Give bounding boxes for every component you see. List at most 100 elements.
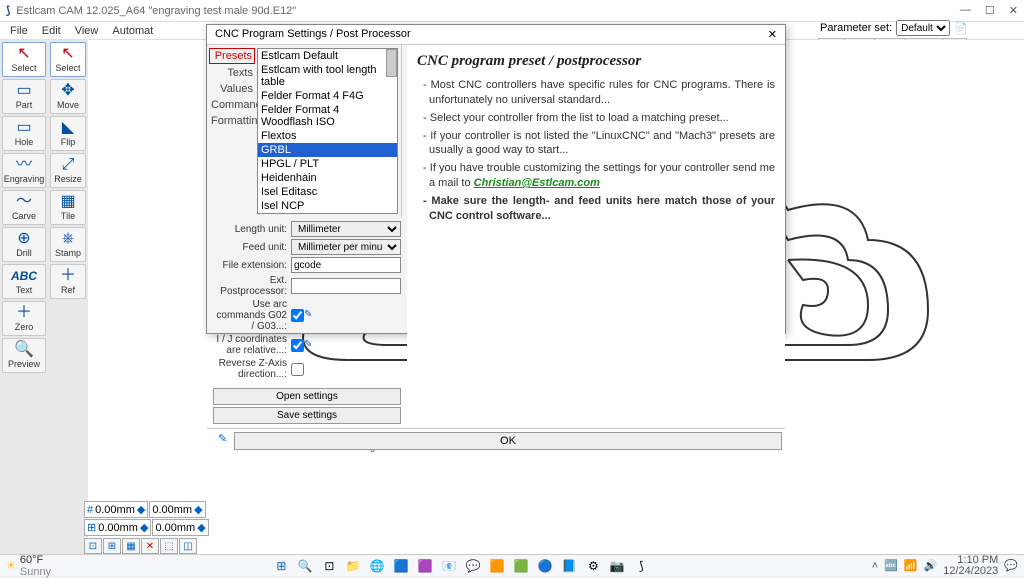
estlcam-taskbar-icon[interactable]: ⟆ bbox=[632, 557, 650, 575]
length-unit-select[interactable]: Millimeter bbox=[291, 221, 401, 237]
preset-listbox[interactable]: Estlcam Default Estlcam with tool length… bbox=[257, 48, 398, 214]
tool2-flip[interactable]: ◣Flip bbox=[50, 116, 86, 151]
paramset-add-icon[interactable]: 📄 bbox=[954, 22, 968, 35]
tool-select[interactable]: ↖Select bbox=[2, 42, 46, 77]
arc-checkbox[interactable] bbox=[291, 309, 304, 322]
tray-lang-icon[interactable]: 🔤 bbox=[884, 559, 898, 572]
stepper-icon[interactable]: ◆ bbox=[194, 503, 202, 516]
paramset-select[interactable]: Default bbox=[896, 20, 950, 36]
preset-option[interactable]: Isel NCP bbox=[258, 199, 397, 213]
tab-commands[interactable]: Commands bbox=[209, 98, 255, 112]
info-heading: CNC program preset / postprocessor bbox=[417, 53, 775, 70]
mini-tool-icon[interactable]: ⬚ bbox=[160, 538, 178, 554]
mini-tool-icon[interactable]: ⊡ bbox=[84, 538, 102, 554]
app-icon[interactable]: 📧 bbox=[440, 557, 458, 575]
tool-text[interactable]: ABCText bbox=[2, 264, 46, 299]
preview-icon: 🔍 bbox=[14, 342, 34, 358]
tray-notif-icon[interactable]: 💬 bbox=[1004, 559, 1018, 572]
preset-option[interactable]: Flextos bbox=[258, 129, 397, 143]
edit-icon[interactable]: ✎ bbox=[210, 432, 234, 450]
tool-part[interactable]: ▭Part bbox=[2, 79, 46, 114]
preset-option[interactable]: Felder Format 4 F4G bbox=[258, 89, 397, 103]
tool2-stamp[interactable]: ⎈Stamp bbox=[50, 227, 86, 262]
tab-presets[interactable]: Presets bbox=[209, 48, 255, 64]
clock-time[interactable]: 1:10 PM bbox=[943, 555, 998, 566]
move-icon: ✥ bbox=[61, 83, 74, 99]
explorer-icon[interactable]: 📁 bbox=[344, 557, 362, 575]
preset-option[interactable]: HPGL / PLT bbox=[258, 157, 397, 171]
app-icon[interactable]: 📷 bbox=[608, 557, 626, 575]
tab-formatting[interactable]: Formatting bbox=[209, 114, 255, 128]
taskview-icon[interactable]: ⊡ bbox=[320, 557, 338, 575]
mini-tool-icon[interactable]: ◫ bbox=[179, 538, 197, 554]
stepper-icon[interactable]: ◆ bbox=[137, 503, 145, 516]
tray-wifi-icon[interactable]: 📶 bbox=[904, 559, 918, 572]
resize-icon: ⤢ bbox=[62, 157, 75, 173]
dialog-title: CNC Program Settings / Post Processor bbox=[215, 28, 411, 41]
dialog-close-icon[interactable]: ✕ bbox=[768, 28, 777, 41]
app-icon[interactable]: 🟪 bbox=[416, 557, 434, 575]
cursor-icon: ↖ bbox=[61, 46, 74, 62]
tool2-ref[interactable]: ＋Ref bbox=[50, 264, 86, 299]
tray-volume-icon[interactable]: 🔊 bbox=[924, 559, 938, 572]
tool2-move[interactable]: ✥Move bbox=[50, 79, 86, 114]
tool-carve[interactable]: 〜Carve bbox=[2, 190, 46, 225]
preset-option[interactable]: Felder Format 4 Woodflash ISO bbox=[258, 103, 397, 129]
feed-unit-label: Feed unit: bbox=[213, 242, 287, 253]
search-icon[interactable]: 🔍 bbox=[296, 557, 314, 575]
app-icon[interactable]: 📘 bbox=[560, 557, 578, 575]
ext-post-input[interactable] bbox=[291, 278, 401, 294]
preset-option-selected[interactable]: GRBL bbox=[258, 143, 397, 157]
ok-button[interactable]: OK bbox=[234, 432, 782, 450]
close-button[interactable]: ✕ bbox=[1009, 4, 1018, 17]
edit-icon[interactable]: ✎ bbox=[304, 339, 312, 352]
app-icon[interactable]: 🟧 bbox=[488, 557, 506, 575]
tool-zero[interactable]: ＋Zero bbox=[2, 301, 46, 336]
open-settings-button[interactable]: Open settings bbox=[213, 388, 401, 405]
tool-hole[interactable]: ▭Hole bbox=[2, 116, 46, 151]
tool2-tile[interactable]: ▦Tile bbox=[50, 190, 86, 225]
carve-icon: 〜 bbox=[16, 194, 32, 210]
menu-edit[interactable]: Edit bbox=[42, 25, 61, 37]
scrollbar-thumb[interactable] bbox=[386, 49, 397, 77]
app-icon[interactable]: 🟦 bbox=[392, 557, 410, 575]
tool-preview[interactable]: 🔍Preview bbox=[2, 338, 46, 373]
minimize-button[interactable]: — bbox=[960, 4, 971, 17]
tool-drill[interactable]: ⊕Drill bbox=[2, 227, 46, 262]
stepper-icon[interactable]: ◆ bbox=[197, 521, 205, 534]
email-link[interactable]: Christian@Estlcam.com bbox=[474, 177, 600, 189]
clock-date[interactable]: 12/24/2023 bbox=[943, 566, 998, 577]
save-settings-button[interactable]: Save settings bbox=[213, 407, 401, 424]
preset-option[interactable]: Estlcam Default bbox=[258, 49, 397, 63]
maximize-button[interactable]: ☐ bbox=[985, 4, 995, 17]
app-icon[interactable]: 🟩 bbox=[512, 557, 530, 575]
menu-file[interactable]: File bbox=[10, 25, 28, 37]
tool2-select[interactable]: ↖Select bbox=[50, 42, 86, 77]
start-icon[interactable]: ⊞ bbox=[272, 557, 290, 575]
preset-option[interactable]: Isel Editasc bbox=[258, 185, 397, 199]
feed-unit-select[interactable]: Millimeter per minute bbox=[291, 239, 401, 255]
mini-tool-icon[interactable]: ▦ bbox=[122, 538, 140, 554]
menu-view[interactable]: View bbox=[75, 25, 99, 37]
app-icon[interactable]: 💬 bbox=[464, 557, 482, 575]
ref-icon: ＋ bbox=[60, 268, 76, 284]
weather-icon[interactable]: ☀ bbox=[6, 559, 16, 572]
stepper-icon[interactable]: ◆ bbox=[140, 521, 148, 534]
app-icon[interactable]: 🔵 bbox=[536, 557, 554, 575]
zrev-checkbox[interactable] bbox=[291, 363, 304, 376]
mini-tool-icon[interactable]: ⊞ bbox=[103, 538, 121, 554]
app-icon[interactable]: ⚙ bbox=[584, 557, 602, 575]
tab-texts[interactable]: Texts bbox=[209, 66, 255, 80]
tab-values[interactable]: Values bbox=[209, 82, 255, 96]
mini-tool-icon[interactable]: ✕ bbox=[141, 538, 159, 554]
tool-engraving[interactable]: 〰Engraving bbox=[2, 153, 46, 188]
edit-icon[interactable]: ✎ bbox=[304, 309, 312, 322]
tray-chevron-icon[interactable]: ˄ bbox=[872, 560, 878, 572]
ij-checkbox[interactable] bbox=[291, 339, 304, 352]
edge-icon[interactable]: 🌐 bbox=[368, 557, 386, 575]
menu-automat[interactable]: Automat bbox=[112, 25, 153, 37]
preset-option[interactable]: Heidenhain bbox=[258, 171, 397, 185]
preset-option[interactable]: Estlcam with tool length table bbox=[258, 63, 397, 89]
tool2-resize[interactable]: ⤢Resize bbox=[50, 153, 86, 188]
file-ext-input[interactable] bbox=[291, 257, 401, 273]
